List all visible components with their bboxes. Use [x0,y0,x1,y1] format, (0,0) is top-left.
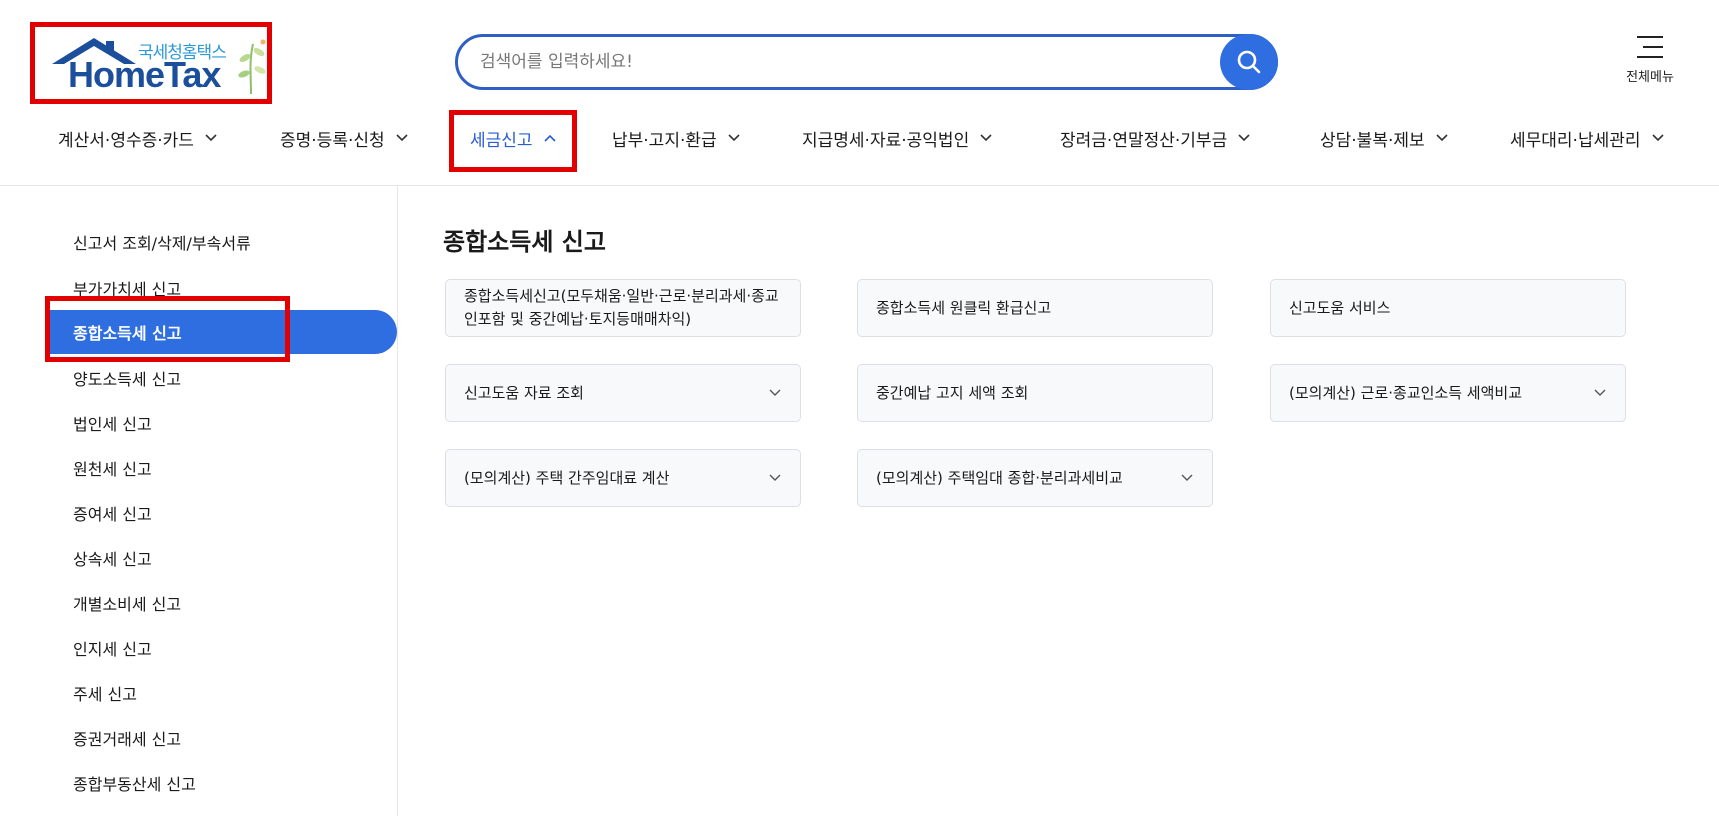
sidebar-item-report-inquiry[interactable]: 신고서 조회/삭제/부속서류 [45,222,397,262]
nav-item-consultation[interactable]: 상담·불복·제보 [1320,112,1449,164]
nav-item-tax-agent[interactable]: 세무대리·납세관리 [1510,112,1665,164]
chevron-down-icon [980,134,992,142]
chevron-down-icon [769,474,781,481]
search-button[interactable] [1220,34,1278,90]
sidebar-item-gift[interactable]: 증여세 신고 [45,493,397,533]
page-title: 종합소득세 신고 [443,228,606,256]
nav-item-label: 납부·고지·환급 [612,130,717,151]
sidebar-item-corporate[interactable]: 법인세 신고 [45,403,397,443]
chevron-down-icon [205,134,217,142]
sidebar-item-liquor[interactable]: 주세 신고 [45,673,397,713]
sidebar-item-excise[interactable]: 개별소비세 신고 [45,583,397,623]
card-label: (모의계산) 주택임대 종합·분리과세비교 [876,468,1123,487]
chevron-down-icon [1651,134,1664,142]
top-navigation: 계산서·영수증·카드 증명·등록·신청 세금신고 납부·고지·환급 지급명세·자… [0,112,1719,172]
chevron-down-icon [769,389,781,396]
nav-item-payment-statement[interactable]: 지급명세·자료·공익법인 [802,112,993,164]
card-label: 종합소득세 원클릭 환급신고 [876,298,1052,317]
nav-highlight-box [449,110,577,172]
nav-item-label: 장려금·연말정산·기부금 [1060,130,1228,151]
card-label: 신고도움 자료 조회 [464,383,584,402]
chevron-down-icon [728,134,740,142]
search-input[interactable] [480,37,1140,87]
card-interim-prepayment[interactable]: 중간예납 고지 세액 조회 [857,364,1213,422]
card-simulation-earned-income[interactable]: (모의계산) 근로·종교인소득 세액비교 [1270,364,1626,422]
card-income-tax-filing[interactable]: 종합소득세신고(모두채움·일반·근로·분리과세·종교인포함 및 중간예납·토지등… [445,279,801,337]
sidebar-item-inheritance[interactable]: 상속세 신고 [45,538,397,578]
search-icon [1237,50,1261,74]
card-label: (모의계산) 근로·종교인소득 세액비교 [1289,383,1523,402]
all-menu-label: 전체메뉴 [1626,70,1674,85]
nav-item-label: 세무대리·납세관리 [1510,130,1641,151]
chevron-down-icon [1238,134,1250,142]
sidebar-highlight-box [45,296,290,362]
chevron-down-icon [396,134,408,142]
nav-item-invoice[interactable]: 계산서·영수증·카드 [58,112,218,164]
hamburger-icon [1637,36,1663,58]
card-label: 신고도움 서비스 [1289,298,1391,317]
nav-item-label: 계산서·영수증·카드 [58,130,194,151]
chevron-down-icon [1436,134,1448,142]
search-bar [455,34,1278,90]
sidebar-item-stamp[interactable]: 인지세 신고 [45,628,397,668]
nav-item-label: 상담·불복·제보 [1320,130,1425,151]
card-label: 종합소득세신고(모두채움·일반·근로·분리과세·종교인포함 및 중간예납·토지등… [464,287,779,328]
chevron-down-icon [1181,474,1193,481]
hometax-logo[interactable]: 국세청홈택스 HomeTax [30,22,272,104]
card-one-click-refund[interactable]: 종합소득세 원클릭 환급신고 [857,279,1213,337]
nav-item-label: 지급명세·자료·공익법인 [802,130,970,151]
nav-item-label: 증명·등록·신청 [280,130,385,151]
card-simulation-rental-comparison[interactable]: (모의계산) 주택임대 종합·분리과세비교 [857,449,1213,507]
logo-highlight-box [30,22,272,104]
card-help-data-inquiry[interactable]: 신고도움 자료 조회 [445,364,801,422]
nav-item-payment[interactable]: 납부·고지·환급 [612,112,741,164]
nav-item-incentive[interactable]: 장려금·연말정산·기부금 [1060,112,1251,164]
card-label: 중간예납 고지 세액 조회 [876,383,1029,402]
sidebar-item-withholding[interactable]: 원천세 신고 [45,448,397,488]
card-simulation-deemed-rent[interactable]: (모의계산) 주택 간주임대료 계산 [445,449,801,507]
chevron-down-icon [1594,389,1606,396]
sidebar-item-securities[interactable]: 증권거래세 신고 [45,718,397,758]
all-menu-button[interactable]: 전체메뉴 [1610,34,1690,85]
card-filing-help-service[interactable]: 신고도움 서비스 [1270,279,1626,337]
sidebar-item-property[interactable]: 종합부동산세 신고 [45,763,397,803]
sidebar-item-capital-gains[interactable]: 양도소득세 신고 [45,358,397,398]
nav-item-certificate[interactable]: 증명·등록·신청 [280,112,409,164]
card-label: (모의계산) 주택 간주임대료 계산 [464,468,670,487]
